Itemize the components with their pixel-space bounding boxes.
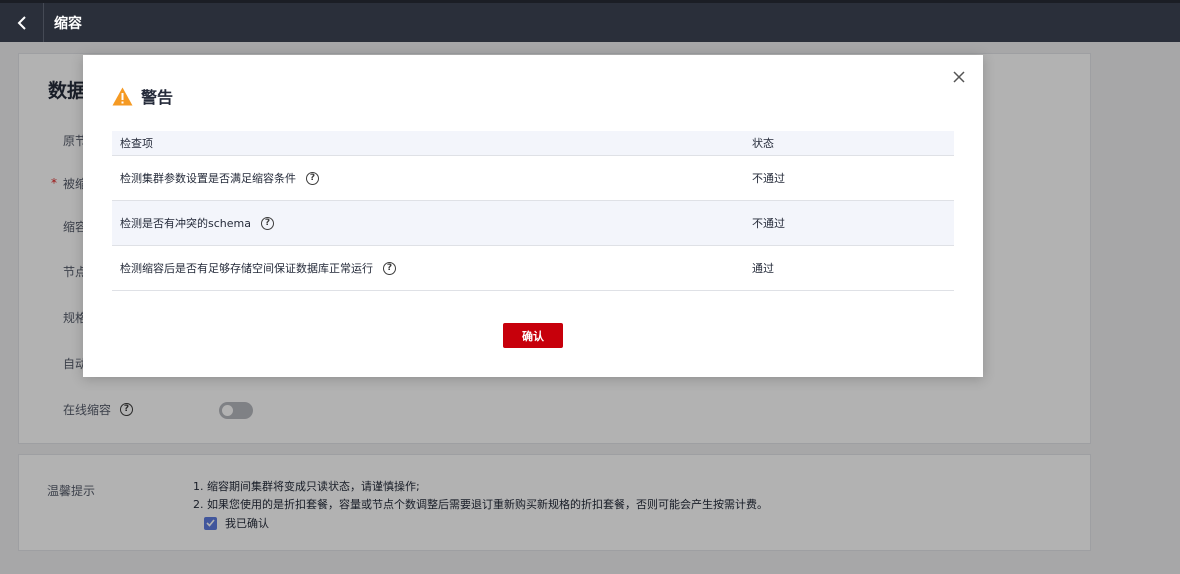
column-header-item: 检查项 (120, 137, 153, 150)
help-icon[interactable]: ? (306, 171, 319, 185)
warning-icon (112, 87, 133, 105)
table-header: 检查项 状态 (112, 131, 954, 156)
check-item-label: 检测是否有冲突的schema (120, 217, 251, 230)
dialog-header: 警告 (112, 84, 173, 108)
dialog-title: 警告 (141, 88, 174, 107)
table-row: 检测集群参数设置是否满足缩容条件 ? 不通过 (112, 156, 954, 201)
column-header-status: 状态 (752, 137, 774, 150)
table-row: 检测是否有冲突的schema ? 不通过 (112, 201, 954, 246)
warning-dialog: 警告 检查项 状态 检测集群参数设置是否满足缩容条件 ? 不通过 检测是否有冲突… (83, 55, 983, 377)
back-button[interactable] (0, 3, 44, 42)
close-icon (953, 71, 965, 83)
top-bar: 缩容 (0, 0, 1180, 42)
table-row: 检测缩容后是否有足够存储空间保证数据库正常运行 ? 通过 (112, 246, 954, 291)
help-icon[interactable]: ? (260, 216, 274, 230)
page-title: 缩容 (54, 15, 82, 32)
check-item-label: 检测缩容后是否有足够存储空间保证数据库正常运行 (120, 262, 373, 275)
check-status: 不通过 (752, 172, 785, 185)
confirm-button[interactable]: 确认 (503, 323, 563, 348)
check-status: 不通过 (752, 217, 785, 230)
check-status: 通过 (752, 262, 774, 275)
help-icon[interactable]: ? (383, 261, 396, 275)
chevron-left-icon (17, 15, 26, 30)
check-item-label: 检测集群参数设置是否满足缩容条件 (120, 172, 296, 185)
check-table: 检查项 状态 检测集群参数设置是否满足缩容条件 ? 不通过 检测是否有冲突的sc… (112, 131, 954, 291)
close-button[interactable] (949, 67, 969, 87)
